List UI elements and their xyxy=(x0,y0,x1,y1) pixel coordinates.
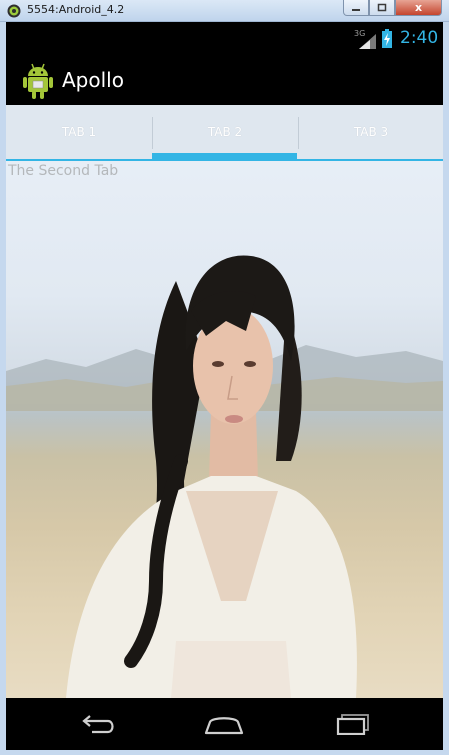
recent-apps-button[interactable] xyxy=(314,698,394,750)
recent-apps-icon xyxy=(336,714,369,735)
tab-2[interactable]: TAB 2 xyxy=(152,105,298,159)
emulator-window-title: 5554:Android_4.2 xyxy=(27,3,125,16)
maximize-button[interactable] xyxy=(369,0,395,16)
android-robot-icon[interactable] xyxy=(22,62,54,100)
back-icon xyxy=(82,715,114,734)
tab-1[interactable]: TAB 1 xyxy=(6,105,152,159)
home-icon xyxy=(204,717,244,735)
maximize-icon xyxy=(377,3,387,11)
minimize-button[interactable] xyxy=(343,0,369,16)
emulator-title-bar: 5554:Android_4.2 x xyxy=(0,0,449,22)
back-button[interactable] xyxy=(58,698,138,750)
tab-3-label: TAB 3 xyxy=(353,125,389,139)
network-type-label: 3G xyxy=(354,29,365,38)
battery-icon xyxy=(382,29,392,48)
home-button[interactable] xyxy=(184,698,264,750)
device-screen: 3G 2:40 Apollo TAB 1 TAB 2 TAB 3 The Sec… xyxy=(6,22,443,750)
selected-tab-indicator xyxy=(152,153,297,159)
emulator-app-icon xyxy=(7,4,21,18)
status-time: 2:40 xyxy=(400,28,439,48)
signal-icon: 3G xyxy=(354,29,376,49)
tab-2-label: TAB 2 xyxy=(207,125,243,139)
close-icon: x xyxy=(414,1,423,14)
tab-1-label: TAB 1 xyxy=(61,125,97,139)
navigation-bar xyxy=(6,698,443,750)
portrait-photo xyxy=(66,255,357,698)
status-bar: 3G 2:40 xyxy=(6,22,443,55)
emulator-frame-right xyxy=(443,22,449,755)
app-title: Apollo xyxy=(62,68,124,92)
minimize-icon xyxy=(352,8,360,11)
emulator-frame-bottom xyxy=(0,750,449,755)
tab-content-label: The Second Tab xyxy=(8,163,119,179)
tab-bar: TAB 1 TAB 2 TAB 3 xyxy=(6,105,443,161)
tab-3[interactable]: TAB 3 xyxy=(298,105,443,159)
tab-content: The Second Tab xyxy=(6,161,443,698)
close-button[interactable]: x xyxy=(395,0,442,16)
